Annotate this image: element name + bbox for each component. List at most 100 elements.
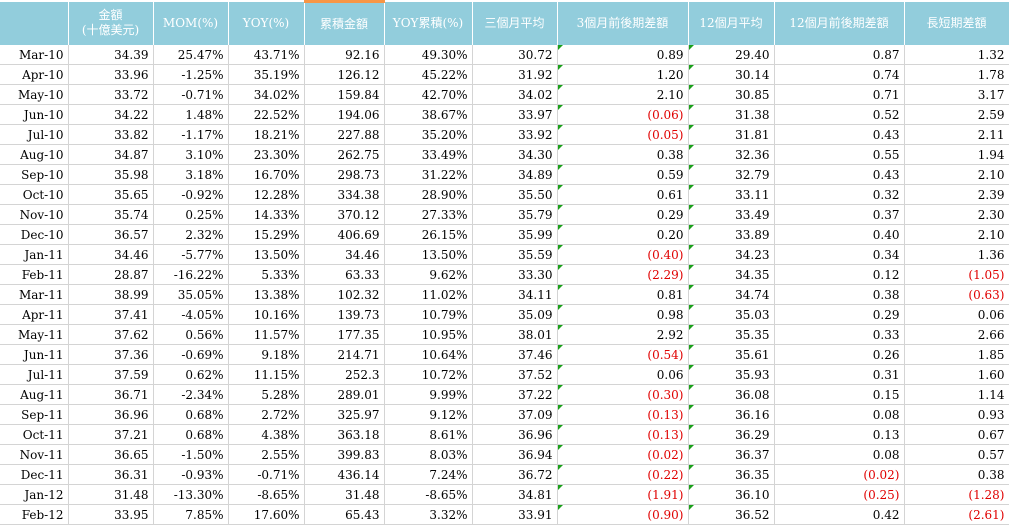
table-cell[interactable]: 0.67 — [904, 424, 1009, 445]
table-cell[interactable]: (0.30) — [557, 384, 689, 405]
table-cell[interactable]: 399.83 — [304, 444, 385, 465]
table-cell[interactable]: 14.33% — [228, 204, 305, 225]
table-cell[interactable]: 92.16 — [304, 45, 385, 65]
table-cell[interactable]: 1.78 — [904, 64, 1009, 85]
table-cell[interactable]: 12.28% — [228, 184, 305, 205]
row-date-cell[interactable]: Sep-10 — [0, 164, 69, 185]
table-cell[interactable]: 0.57 — [904, 444, 1009, 465]
table-cell[interactable]: 3.18% — [153, 164, 229, 185]
table-cell[interactable]: 363.18 — [304, 424, 385, 445]
table-cell[interactable]: 8.03% — [384, 444, 473, 465]
table-cell[interactable]: 35.59 — [472, 244, 558, 265]
table-cell[interactable]: 33.30 — [472, 264, 558, 285]
table-cell[interactable]: 34.02 — [472, 84, 558, 105]
table-cell[interactable]: 30.14 — [688, 64, 775, 85]
table-cell[interactable]: 33.91 — [472, 504, 558, 525]
table-cell[interactable]: (2.61) — [904, 504, 1009, 525]
table-cell[interactable]: 0.89 — [557, 45, 689, 65]
table-cell[interactable]: 1.20 — [557, 64, 689, 85]
table-cell[interactable]: 23.30% — [228, 144, 305, 165]
table-cell[interactable]: 0.20 — [557, 224, 689, 245]
table-cell[interactable]: 0.61 — [557, 184, 689, 205]
table-cell[interactable]: 334.38 — [304, 184, 385, 205]
table-cell[interactable]: 0.62% — [153, 364, 229, 385]
table-cell[interactable]: 102.32 — [304, 284, 385, 305]
row-date-cell[interactable]: Jun-11 — [0, 344, 69, 365]
row-date-cell[interactable]: May-11 — [0, 324, 69, 345]
table-cell[interactable]: -2.34% — [153, 384, 229, 405]
table-cell[interactable]: 38.01 — [472, 324, 558, 345]
table-cell[interactable]: -0.71% — [153, 84, 229, 105]
table-cell[interactable]: -16.22% — [153, 264, 229, 285]
table-cell[interactable]: 33.96 — [68, 64, 154, 85]
table-cell[interactable]: 35.09 — [472, 304, 558, 325]
table-cell[interactable]: 2.92 — [557, 324, 689, 345]
table-cell[interactable]: 33.49% — [384, 144, 473, 165]
table-cell[interactable]: 36.71 — [68, 384, 154, 405]
table-cell[interactable]: 33.49 — [688, 204, 775, 225]
table-cell[interactable]: (0.40) — [557, 244, 689, 265]
table-cell[interactable]: 0.55 — [774, 144, 905, 165]
row-date-cell[interactable]: Mar-11 — [0, 284, 69, 305]
table-cell[interactable]: 33.82 — [68, 124, 154, 145]
row-date-cell[interactable]: Jun-10 — [0, 104, 69, 125]
table-cell[interactable]: -0.71% — [228, 464, 305, 485]
table-cell[interactable]: 1.94 — [904, 144, 1009, 165]
table-cell[interactable]: 31.48 — [68, 484, 154, 505]
table-cell[interactable]: 10.72% — [384, 364, 473, 385]
table-cell[interactable]: 0.81 — [557, 284, 689, 305]
table-cell[interactable]: 37.21 — [68, 424, 154, 445]
row-date-cell[interactable]: Mar-10 — [0, 45, 69, 65]
table-cell[interactable]: 0.56% — [153, 324, 229, 345]
row-date-cell[interactable]: Jan-12 — [0, 484, 69, 505]
table-cell[interactable]: 34.39 — [68, 45, 154, 65]
table-cell[interactable]: 0.08 — [774, 444, 905, 465]
table-cell[interactable]: 30.72 — [472, 45, 558, 65]
table-cell[interactable]: 34.87 — [68, 144, 154, 165]
table-cell[interactable]: 0.98 — [557, 304, 689, 325]
header-3m-avg[interactable]: 三個月平均 — [472, 1, 558, 45]
table-cell[interactable]: 37.62 — [68, 324, 154, 345]
table-cell[interactable]: 0.31 — [774, 364, 905, 385]
table-cell[interactable]: 33.89 — [688, 224, 775, 245]
table-cell[interactable]: 31.48 — [304, 484, 385, 505]
table-cell[interactable]: 1.60 — [904, 364, 1009, 385]
table-cell[interactable]: 16.70% — [228, 164, 305, 185]
table-cell[interactable]: 2.72% — [228, 404, 305, 425]
table-cell[interactable]: 9.62% — [384, 264, 473, 285]
table-cell[interactable]: 0.87 — [774, 45, 905, 65]
table-cell[interactable]: 13.50% — [384, 244, 473, 265]
table-cell[interactable]: 214.71 — [304, 344, 385, 365]
table-cell[interactable]: 35.03 — [688, 304, 775, 325]
header-yoy[interactable]: YOY(%) — [228, 1, 305, 45]
table-cell[interactable]: (0.63) — [904, 284, 1009, 305]
table-cell[interactable]: -5.77% — [153, 244, 229, 265]
table-cell[interactable]: 35.99 — [472, 224, 558, 245]
table-cell[interactable]: 25.47% — [153, 45, 229, 65]
header-3m-diff[interactable]: 3個月前後期差額 — [557, 1, 689, 45]
table-cell[interactable]: -8.65% — [228, 484, 305, 505]
table-cell[interactable]: 17.60% — [228, 504, 305, 525]
table-cell[interactable]: 36.31 — [68, 464, 154, 485]
table-cell[interactable]: 35.19% — [228, 64, 305, 85]
row-date-cell[interactable]: Aug-10 — [0, 144, 69, 165]
table-cell[interactable]: 32.79 — [688, 164, 775, 185]
table-cell[interactable]: 0.43 — [774, 124, 905, 145]
row-date-cell[interactable]: Dec-11 — [0, 464, 69, 485]
table-cell[interactable]: 370.12 — [304, 204, 385, 225]
table-cell[interactable]: 0.59 — [557, 164, 689, 185]
table-cell[interactable]: 28.87 — [68, 264, 154, 285]
table-cell[interactable]: 34.89 — [472, 164, 558, 185]
table-cell[interactable]: 139.73 — [304, 304, 385, 325]
table-cell[interactable]: 1.48% — [153, 104, 229, 125]
table-cell[interactable]: 35.93 — [688, 364, 775, 385]
header-mom[interactable]: MOM(%) — [153, 1, 229, 45]
table-cell[interactable]: 0.25% — [153, 204, 229, 225]
table-cell[interactable]: 38.67% — [384, 104, 473, 125]
table-cell[interactable]: 194.06 — [304, 104, 385, 125]
table-cell[interactable]: 11.15% — [228, 364, 305, 385]
table-cell[interactable]: (1.91) — [557, 484, 689, 505]
table-cell[interactable]: 31.22% — [384, 164, 473, 185]
table-cell[interactable]: 37.52 — [472, 364, 558, 385]
table-cell[interactable]: 2.10 — [904, 164, 1009, 185]
